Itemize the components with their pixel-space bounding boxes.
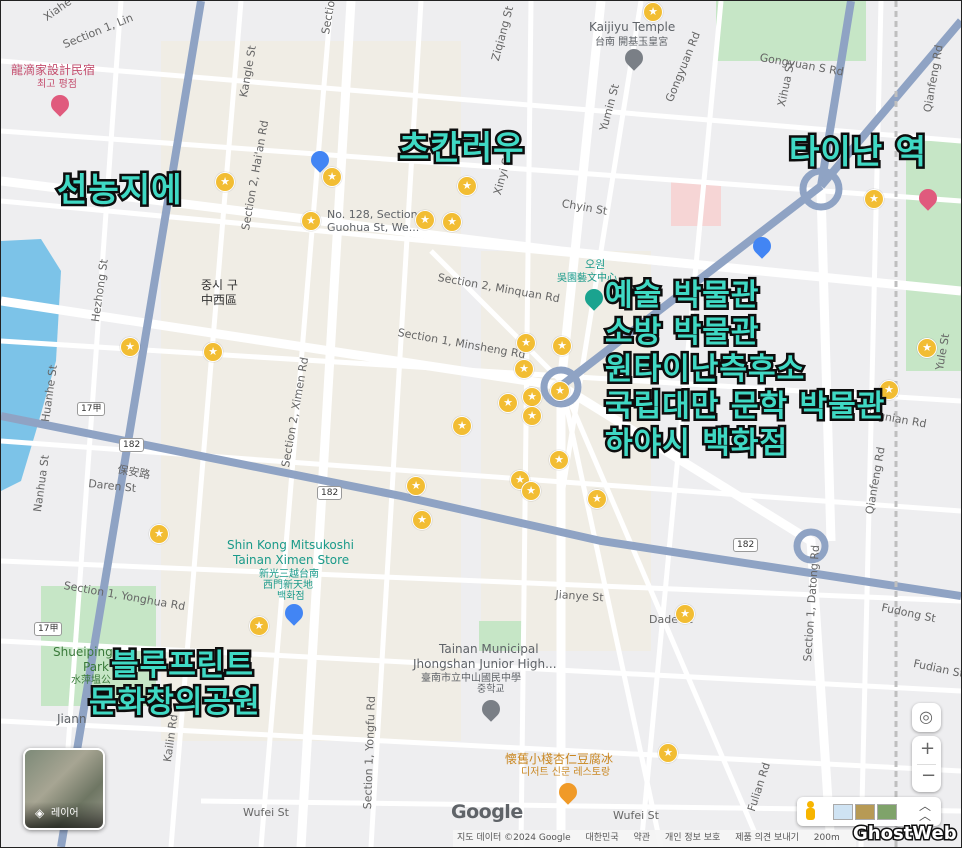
star-marker[interactable]: ★ <box>406 476 426 496</box>
layers-button[interactable]: ◈ 레이어 <box>23 748 105 830</box>
place-name-cn: 臺南市立中山國民中學 <box>421 673 521 684</box>
star-marker[interactable]: ★ <box>412 510 432 530</box>
route-182-shield: 182 <box>317 486 343 500</box>
route-182-shield: 182 <box>733 538 759 552</box>
terrain-thumb[interactable] <box>833 804 853 820</box>
hospital-area <box>671 181 721 226</box>
layers-icon: ◈ <box>35 806 45 820</box>
scale-label[interactable]: 200m <box>814 833 840 843</box>
place-name[interactable]: 오원 <box>585 259 605 271</box>
park-name[interactable]: Park <box>83 661 109 673</box>
watermark: GhostWeb <box>852 822 959 846</box>
star-marker[interactable]: ★ <box>457 176 477 196</box>
star-marker[interactable]: ★ <box>864 189 884 209</box>
pegman-icon[interactable] <box>805 801 815 821</box>
zoom-in-button[interactable]: + <box>920 738 935 759</box>
overlay-label-shennong: 선농지에 <box>54 168 183 212</box>
road-label: Wufei St <box>243 806 289 819</box>
locate-icon: ◎ <box>919 707 933 726</box>
country-link[interactable]: 대한민국 <box>586 833 619 843</box>
star-marker[interactable]: ★ <box>452 416 472 436</box>
overlay-label-observatory: 원타이난측후소 <box>602 350 806 390</box>
star-marker[interactable]: ★ <box>549 450 569 470</box>
place-category: 디저트 신문 레스토랑 <box>521 767 611 778</box>
place-name-cn: 台南 開基玉皇宮 <box>595 37 669 48</box>
park-name[interactable]: Shueiping <box>53 646 113 658</box>
overlay-label-tainan-station: 타이난 역 <box>787 130 929 174</box>
route-17-shield: 17甲 <box>34 622 63 636</box>
star-marker[interactable]: ★ <box>522 387 542 407</box>
star-marker[interactable]: ★ <box>149 524 169 544</box>
road-label: Wufei St <box>613 809 659 822</box>
my-location-button[interactable]: ◎ <box>912 703 941 732</box>
privacy-link[interactable]: 개인 정보 보호 <box>665 833 720 843</box>
place-category: 백화점 <box>277 591 305 602</box>
star-marker[interactable]: ★ <box>521 481 541 501</box>
overlay-label-blueprint: 블루프린트 <box>109 646 256 686</box>
route-17-shield: 17甲 <box>77 402 106 416</box>
photo-thumb[interactable] <box>877 804 897 820</box>
terms-link[interactable]: 약관 <box>634 833 651 843</box>
layers-label: 레이어 <box>51 808 79 819</box>
district-name-cn: 中西區 <box>201 293 238 307</box>
map-footer: 지도 데이터 ©2024 Google 대한민국 약관 개인 정보 보호 제품 … <box>453 830 856 847</box>
road-label: Jiann <box>57 712 87 726</box>
zoom-control: + − <box>912 736 941 792</box>
star-marker[interactable]: ★ <box>203 342 223 362</box>
place-name[interactable]: Jhongshan Junior High... <box>413 658 557 670</box>
overlay-label-blueprint-park: 문화창의공원 <box>87 683 263 723</box>
star-marker[interactable]: ★ <box>301 211 321 231</box>
map-frame[interactable]: Section 1, Lin Xiahe St Section 2 Kangle… <box>0 0 962 848</box>
star-marker[interactable]: ★ <box>658 743 678 763</box>
zoom-out-button[interactable]: − <box>921 765 936 786</box>
satellite-thumb[interactable] <box>855 804 875 820</box>
star-marker[interactable]: ★ <box>552 336 572 356</box>
star-marker[interactable]: ★ <box>643 2 663 22</box>
place-name[interactable]: 龍滴家設計民宿 <box>11 64 95 76</box>
feedback-link[interactable]: 제품 의견 보내기 <box>735 833 799 843</box>
star-marker[interactable]: ★ <box>516 333 536 353</box>
park-area <box>906 141 961 371</box>
overlay-label-hayashi: 하야시 백화점 <box>602 424 789 464</box>
place-name[interactable]: Tainan Ximen Store <box>233 554 349 566</box>
star-marker[interactable]: ★ <box>215 172 235 192</box>
route-182-shield: 182 <box>119 438 145 452</box>
star-marker[interactable]: ★ <box>587 489 607 509</box>
star-marker[interactable]: ★ <box>120 337 140 357</box>
address-label: Guohua St, We... <box>327 221 420 234</box>
place-rating: 최고 평점 <box>37 79 77 90</box>
overlay-label-art-museum: 예술 박물관 <box>602 276 760 316</box>
chevron-up-icon[interactable]: ︿ ︿ <box>919 800 931 822</box>
star-marker[interactable]: ★ <box>322 167 342 187</box>
google-logo: Google <box>451 801 523 823</box>
place-name[interactable]: 懐舊小棧杏仁豆腐冰 <box>505 753 613 765</box>
star-marker[interactable]: ★ <box>917 338 937 358</box>
star-marker[interactable]: ★ <box>415 210 435 230</box>
overlay-label-fire-museum: 소방 박물관 <box>602 313 760 353</box>
star-marker[interactable]: ★ <box>675 604 695 624</box>
star-marker[interactable]: ★ <box>442 212 462 232</box>
place-category: 중학교 <box>477 684 505 695</box>
map-data-credit: 지도 데이터 ©2024 Google <box>457 833 571 843</box>
place-name[interactable]: Shin Kong Mitsukoshi <box>227 539 354 551</box>
street-view-bar: ︿ ︿ <box>797 797 941 826</box>
star-marker[interactable]: ★ <box>514 359 534 379</box>
star-marker[interactable]: ★ <box>550 381 570 401</box>
star-marker[interactable]: ★ <box>522 406 542 426</box>
star-marker[interactable]: ★ <box>249 616 269 636</box>
place-name[interactable]: Kaijiyu Temple <box>589 21 675 33</box>
overlay-label-literature-museum: 국립대만 문학 박물관 <box>602 387 886 427</box>
star-marker[interactable]: ★ <box>498 393 518 413</box>
district-name: 중시 구 <box>201 278 238 292</box>
overlay-label-chikanlou: 츠칸러우 <box>396 126 525 170</box>
place-name[interactable]: Tainan Municipal <box>439 643 539 655</box>
